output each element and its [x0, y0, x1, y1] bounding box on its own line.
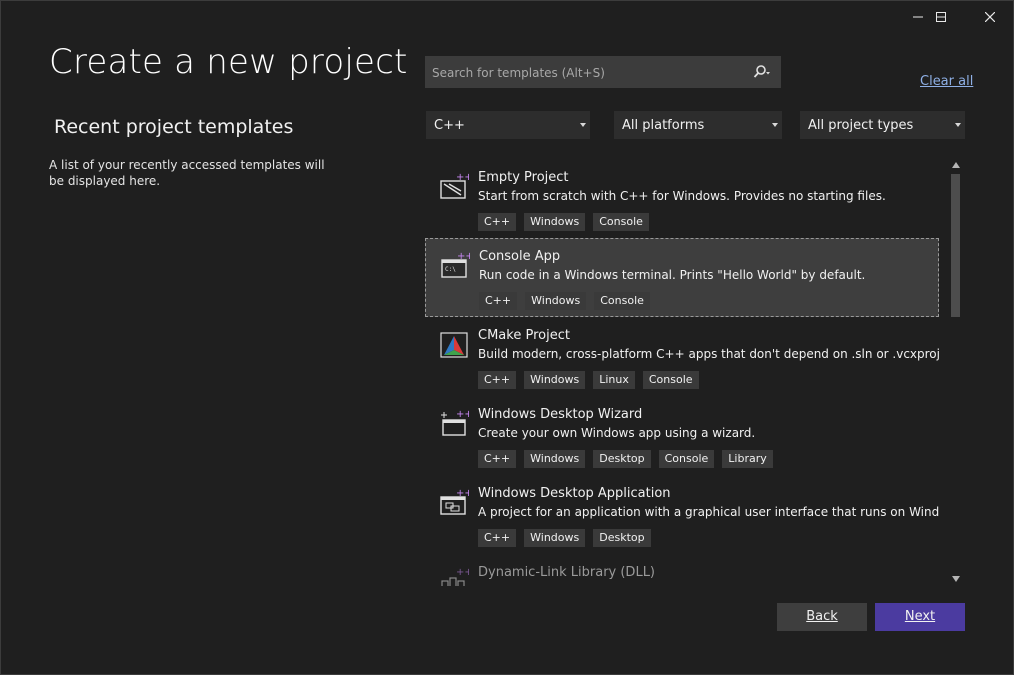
template-name: Windows Desktop Application [478, 486, 671, 501]
search-input[interactable] [430, 57, 744, 89]
template-item-windows-desktop-application[interactable]: ++ Windows Desktop Application A project… [425, 476, 939, 555]
template-item-empty-project[interactable]: ++ Empty Project Start from scratch with… [425, 160, 939, 239]
language-filter-dropdown[interactable]: C++ [426, 111, 590, 139]
template-description: A project for an application with a grap… [478, 505, 939, 519]
tag-badge: Windows [524, 450, 586, 468]
svg-text:++: ++ [456, 409, 469, 420]
chevron-down-icon [580, 123, 586, 127]
language-filter-value: C++ [434, 118, 465, 133]
tag-badge: C++ [478, 371, 517, 389]
template-item-dll[interactable]: ++ Dynamic-Link Library (DLL) [425, 555, 939, 586]
tag-badge: Console [593, 213, 649, 231]
template-item-windows-desktop-wizard[interactable]: ++ Windows Desktop Wizard Create your ow… [425, 397, 939, 476]
scrollbar-thumb[interactable] [951, 174, 960, 317]
tag-badge: Desktop [593, 450, 651, 468]
tag-badge: Console [658, 450, 715, 468]
back-button[interactable]: Back [777, 603, 867, 631]
clear-all-link[interactable]: Clear all [920, 74, 973, 89]
template-item-cmake-project[interactable]: CMake Project Build modern, cross-platfo… [425, 318, 939, 397]
desktop-app-icon: ++ [440, 488, 469, 515]
scroll-up-arrow-icon[interactable] [952, 162, 960, 168]
scroll-down-arrow-icon[interactable] [952, 576, 960, 582]
tag-badge: C++ [479, 292, 518, 310]
template-description: Create your own Windows app using a wiza… [478, 426, 756, 440]
template-name: Windows Desktop Wizard [478, 407, 643, 422]
template-description: Start from scratch with C++ for Windows.… [478, 189, 886, 203]
svg-text:C:\: C:\ [445, 266, 456, 273]
template-name: CMake Project [478, 328, 570, 343]
next-button[interactable]: Next [875, 603, 965, 631]
tag-badge: Linux [593, 371, 635, 389]
template-name: Empty Project [478, 170, 569, 185]
maximize-button[interactable] [918, 4, 964, 30]
svg-text:++: ++ [456, 488, 469, 499]
recent-templates-heading: Recent project templates [54, 116, 294, 138]
tag-badge: Console [642, 371, 699, 389]
cmake-icon [440, 332, 468, 358]
template-list: ++ Empty Project Start from scratch with… [425, 156, 939, 586]
tag-badge: Desktop [593, 529, 651, 547]
platform-filter-value: All platforms [622, 118, 705, 133]
svg-text:++: ++ [457, 251, 470, 262]
tag-badge: C++ [478, 213, 517, 231]
console-app-icon: C:\ ++ [441, 251, 470, 278]
recent-templates-description: A list of your recently accessed templat… [49, 158, 325, 188]
project-type-filter-dropdown[interactable]: All project types [800, 111, 965, 139]
template-description: Run code in a Windows terminal. Prints "… [479, 268, 866, 282]
svg-text:++: ++ [456, 172, 469, 183]
tag-badge: C++ [478, 450, 517, 468]
tag-badge: C++ [478, 529, 517, 547]
tag-badge: Windows [524, 371, 586, 389]
tag-badge: Windows [524, 529, 586, 547]
platform-filter-dropdown[interactable]: All platforms [614, 111, 782, 139]
tag-badge: Windows [524, 213, 586, 231]
tag-badge: Windows [525, 292, 587, 310]
chevron-down-icon [772, 123, 778, 127]
dll-icon: ++ [441, 567, 469, 586]
tag-badge: Library [722, 450, 773, 468]
desktop-wizard-icon: ++ [441, 409, 469, 436]
template-name: Dynamic-Link Library (DLL) [478, 565, 656, 580]
maximize-icon [936, 12, 946, 22]
template-search-box[interactable] [425, 56, 781, 89]
close-button[interactable] [967, 4, 1013, 30]
template-description: Build modern, cross-platform C++ apps th… [478, 347, 939, 361]
template-list-scrollbar[interactable] [948, 158, 964, 586]
template-name: Console App [479, 249, 561, 264]
svg-text:++: ++ [456, 567, 469, 578]
empty-project-icon: ++ [440, 172, 469, 199]
template-item-console-app[interactable]: C:\ ++ Console App Run code in a Windows… [425, 238, 939, 317]
close-icon [985, 12, 995, 22]
page-title: Create a new project [49, 42, 408, 82]
chevron-down-icon [955, 123, 961, 127]
search-icon[interactable] [753, 64, 771, 80]
project-type-filter-value: All project types [808, 118, 914, 133]
tag-badge: Console [594, 292, 650, 310]
